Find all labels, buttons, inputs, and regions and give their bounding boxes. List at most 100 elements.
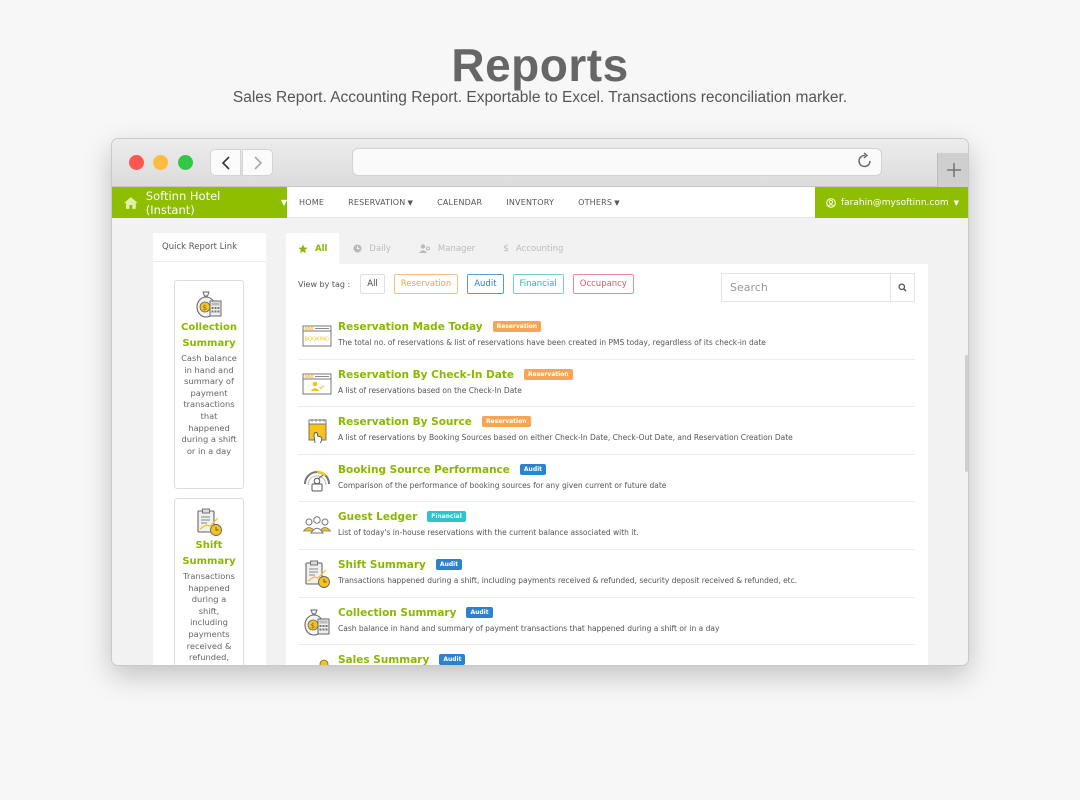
scrollbar[interactable] [965,355,968,472]
users-icon [418,244,430,253]
tab-accounting-label: Accounting [515,243,564,254]
quick-link-title: Collection Summary [181,322,237,349]
report-item[interactable]: Shift Summary Audit Transactions happened… [298,550,915,598]
clock-icon [353,244,362,253]
report-panel: View by tag : All Reservation Audit Fina… [286,264,928,666]
report-description: The total no. of reservations & list of … [338,338,766,347]
tag-occupancy-button[interactable]: Occupancy [572,274,634,294]
report-title[interactable]: Reservation Made Today Reservation [338,321,542,333]
menu-others[interactable]: OTHERS ▼ [566,198,632,207]
report-item[interactable]: Reservation By Check-In Date Reservation … [298,360,915,408]
report-tag-badge: Audit [439,654,466,665]
quick-link-collection-summary[interactable]: $ Collection Summary Cash balance in han… [174,280,244,489]
report-item[interactable]: Sales Summary Audit [298,645,915,666]
menu-inventory[interactable]: INVENTORY [494,198,566,207]
money-bag-calculator-icon: $ [304,609,330,636]
report-tag-badge: Reservation [481,416,531,428]
report-item[interactable]: Guest Ledger Financial List of today's in… [298,502,915,550]
report-title[interactable]: Reservation By Check-In Date Reservation [338,368,573,381]
maximize-window-button[interactable] [178,155,193,170]
svg-text:$: $ [311,622,315,630]
search-input[interactable] [722,274,890,301]
svg-text:BOOKING: BOOKING [305,337,329,343]
address-bar[interactable] [352,148,882,176]
minimize-window-button[interactable] [153,155,168,170]
report-item[interactable]: $ Collection Summary Audit Cash balance i… [298,598,915,646]
report-tag-badge: Reservation [492,321,542,332]
caret-down-icon: ▼ [614,199,620,207]
main-menu: HOME RESERVATION ▼ CALENDAR INVENTORY OTH… [287,187,632,218]
report-tabs: All Daily Manager $ Accounting [286,233,928,264]
chevron-left-icon [221,155,230,170]
hotel-selector[interactable]: Softinn Hotel (Instant) ▼ [112,187,287,218]
new-tab-button[interactable] [937,153,968,187]
clipboard-clock-icon [305,560,330,588]
menu-reservation[interactable]: RESERVATION ▼ [336,198,425,207]
menu-calendar-label: CALENDAR [437,198,483,207]
quick-report-sidebar: Quick Report Link $ Collection Summary C… [153,233,266,665]
user-menu[interactable]: farahin@mysoftinn.com ▼ [815,187,968,218]
tag-filter: View by tag : All Reservation Audit Fina… [298,274,643,294]
menu-home[interactable]: HOME [287,198,336,207]
report-tag-badge: Financial [427,511,466,523]
filter-label: View by tag : [298,279,351,289]
report-tag-badge: Reservation [524,368,573,380]
hero-subtitle: Sales Report. Accounting Report. Exporta… [232,89,848,106]
quick-link-shift-summary[interactable]: Shift Summary Transactions happened duri… [174,498,244,665]
tab-accounting[interactable]: $ Accounting [489,233,577,264]
page-content: Quick Report Link $ Collection Summary C… [112,218,968,666]
guest-window-icon [302,373,332,395]
tag-all-button[interactable]: All [360,274,385,294]
hotel-name: Softinn Hotel (Instant) [145,188,221,217]
report-title-text: Guest Ledger [338,511,418,524]
menu-reservation-label: RESERVATION [348,198,406,207]
forward-button[interactable] [242,149,273,176]
tab-daily[interactable]: Daily [339,233,405,264]
report-title[interactable]: Shift Summary Audit [338,558,463,571]
search-box [721,273,915,302]
gauge-icon [304,470,330,492]
report-tag-badge: Audit [435,558,463,570]
search-button[interactable] [890,274,914,301]
report-item[interactable]: BOOKING Reservation Made Today Reservatio… [298,312,915,360]
menu-calendar[interactable]: CALENDAR [425,198,494,207]
report-title-text: Sales Summary [338,654,430,666]
report-title[interactable]: Reservation By Source Reservation [338,416,531,428]
back-button[interactable] [210,149,241,176]
caret-down-icon: ▼ [407,199,414,207]
report-title[interactable]: Booking Source Performance Audit [338,463,547,476]
report-description: Transactions happened during a shift, in… [338,575,798,585]
menu-inventory-label: INVENTORY [506,198,555,207]
report-title-text: Reservation By Source [338,416,472,429]
tag-audit-button[interactable]: Audit [467,274,504,294]
report-title[interactable]: Collection Summary Audit [338,606,493,619]
caret-down-icon: ▼ [953,198,960,207]
sales-chart-icon [319,659,329,665]
tab-all-label: All [315,243,328,254]
report-description: A list of reservations based on the Chec… [338,385,522,395]
browser-window: Softinn Hotel (Instant) ▼ HOME RESERVATI… [111,138,969,666]
tag-reservation-button[interactable]: Reservation [393,274,459,294]
tab-all[interactable]: All [286,233,340,264]
clipboard-clock-icon [197,508,222,536]
report-description: Cash balance in hand and summary of paym… [338,623,720,633]
tag-financial-button[interactable]: Financial [512,274,564,294]
close-window-button[interactable] [129,155,144,170]
report-item[interactable]: Reservation By Source Reservation A list … [298,407,915,455]
report-title[interactable]: Sales Summary Audit [338,654,466,666]
report-item[interactable]: Booking Source Performance Audit Comparis… [298,455,915,503]
svg-text:$: $ [203,304,207,312]
menu-others-label: OTHERS [578,198,613,207]
plus-icon [947,163,961,177]
search-icon [898,283,907,292]
report-description: A list of reservations by Booking Source… [338,433,793,443]
calendar-touch-icon [308,419,327,444]
report-title[interactable]: Guest Ledger Financial [338,511,466,523]
hero-title: Reports [451,39,629,91]
home-icon [124,196,138,209]
money-bag-calculator-icon: $ [196,291,222,318]
reload-icon[interactable] [857,152,873,170]
chevron-right-icon [253,155,262,170]
quick-link-title: Shift Summary [182,540,236,567]
tab-manager[interactable]: Manager [405,233,489,264]
